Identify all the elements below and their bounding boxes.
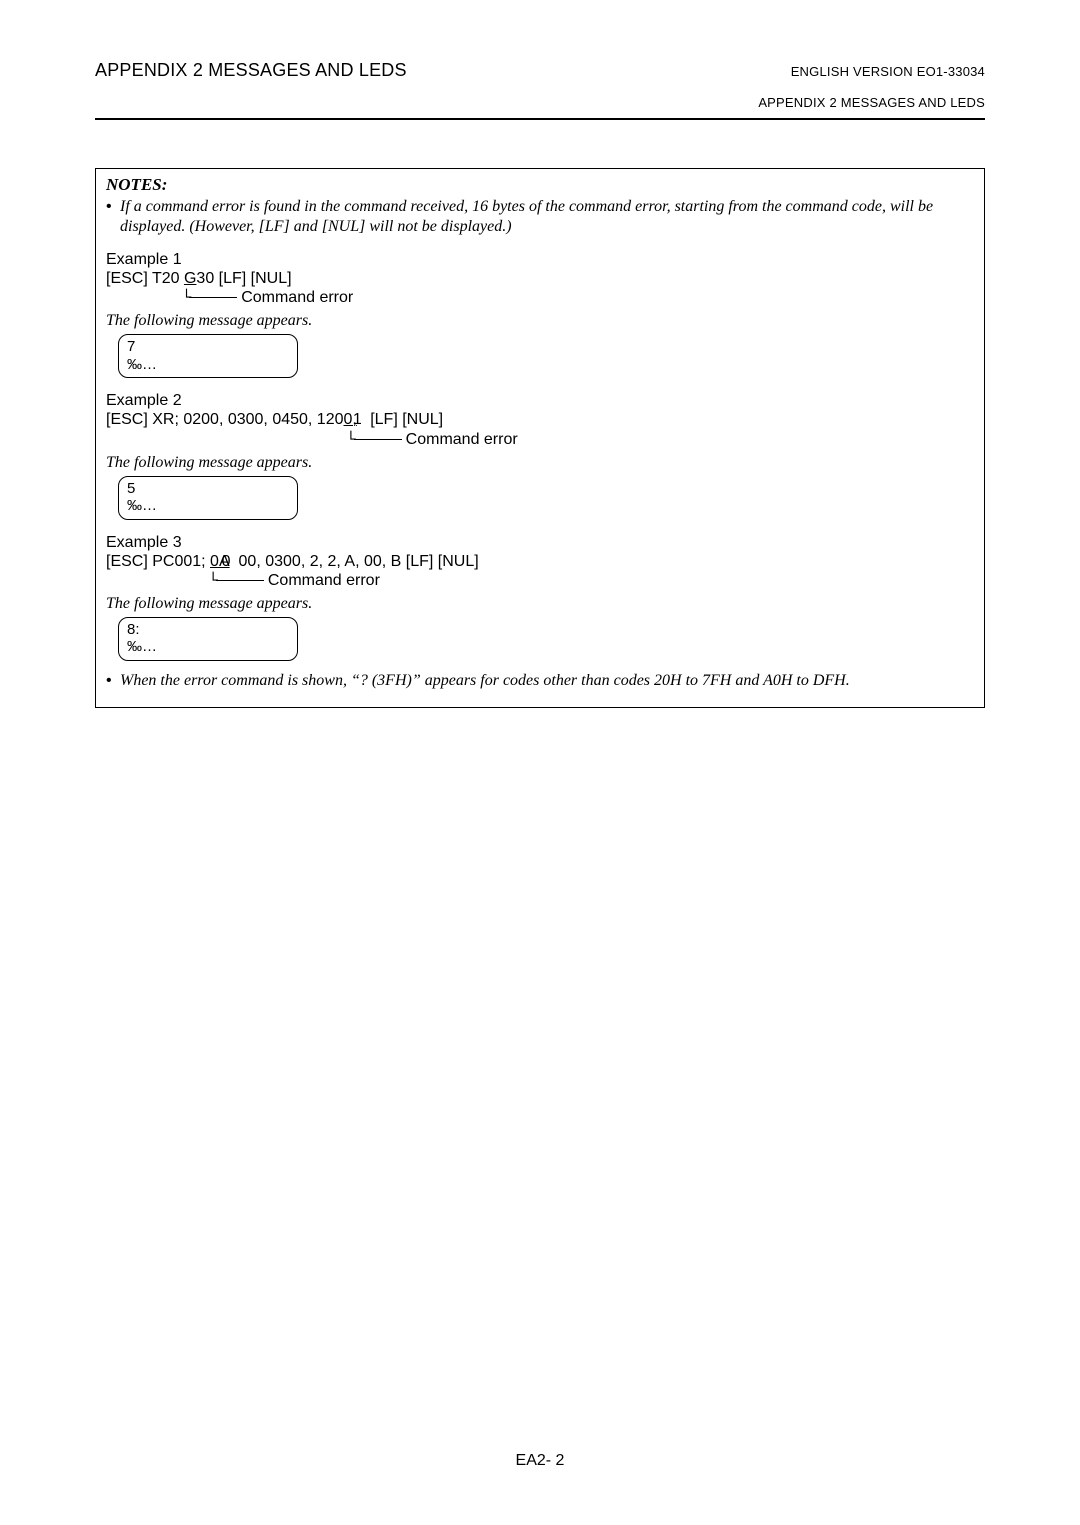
notes-heading: NOTES: xyxy=(106,175,974,195)
notes-bullet-2: • When the error command is shown, “? (3… xyxy=(106,671,974,691)
bullet-dot: • xyxy=(106,197,120,237)
notes-bullet-1: • If a command error is found in the com… xyxy=(106,197,974,237)
ex1-display-row1: 7 xyxy=(127,338,289,355)
ex1-following-text: The following message appears. xyxy=(106,312,974,330)
ex3-cmd-post: 00, 0300, 2, 2, A, 00, B [LF] [NUL] xyxy=(239,553,479,570)
example-3-label: Example 3 xyxy=(106,534,974,552)
ex1-arrow-indent xyxy=(106,289,182,306)
arrow-dash-icon xyxy=(189,297,237,298)
ex2-following-text: The following message appears. xyxy=(106,454,974,472)
bullet-dot: • xyxy=(106,671,120,691)
ex3-display-box: 8: ‰… xyxy=(118,617,298,661)
example-3-cmd: [ESC] PC001; 0A000, 0300, 2, 2, A, 00, B… xyxy=(106,552,974,591)
ex1-arrow-label: Command error xyxy=(241,289,353,306)
page-header: APPENDIX 2 MESSAGES AND LEDS ENGLISH VER… xyxy=(95,60,985,81)
ex3-display-row2: ‰… xyxy=(127,638,289,655)
ex3-cmd-pre: [ESC] PC001; xyxy=(106,553,210,570)
header-right: ENGLISH VERSION EO1-33034 xyxy=(791,64,985,79)
ex1-cmd-pre: [ESC] T20 xyxy=(106,270,184,287)
ex1-display-box: 7 ‰… xyxy=(118,334,298,378)
arrow-dash-icon xyxy=(354,439,402,440)
page-number: EA2- 2 xyxy=(0,1452,1080,1470)
ex2-arrow-indent xyxy=(106,431,346,448)
ex3-arrow-line: └Command error xyxy=(106,571,974,591)
ex1-cmd-error-char: G xyxy=(184,270,196,287)
notes-box: NOTES: • If a command error is found in … xyxy=(95,168,985,708)
arrow-dash-icon xyxy=(216,580,264,581)
ex1-arrow-line: └Command error xyxy=(106,288,974,308)
ex2-display-row1: 5 xyxy=(127,480,289,497)
ex2-cmd-overlay: 1 xyxy=(353,411,362,428)
ex3-display-row1: 8: xyxy=(127,621,289,638)
notes-bullet-1-text: If a command error is found in the comma… xyxy=(120,197,974,237)
example-2-cmd: [ESC] XR; 0200, 0300, 0450, 1200,1 [LF] … xyxy=(106,410,974,449)
ex2-display-row2: ‰… xyxy=(127,497,289,514)
ex2-cmd-pre: [ESC] XR; 0200, 0300, 0450, 120 xyxy=(106,411,344,428)
example-1-label: Example 1 xyxy=(106,251,974,269)
ex2-display-box: 5 ‰… xyxy=(118,476,298,520)
ex3-cmd-overlay: 0 xyxy=(222,553,231,570)
ex1-cmd-post: 30 [LF] [NUL] xyxy=(196,270,291,287)
page-content: APPENDIX 2 MESSAGES AND LEDS ENGLISH VER… xyxy=(0,0,1080,708)
ex2-cmd-post: [LF] [NUL] xyxy=(366,411,443,428)
header-sub: APPENDIX 2 MESSAGES AND LEDS xyxy=(95,95,985,110)
ex3-arrow-indent xyxy=(106,572,208,589)
header-left: APPENDIX 2 MESSAGES AND LEDS xyxy=(95,60,407,81)
ex3-arrow-label: Command error xyxy=(268,572,380,589)
header-rule xyxy=(95,118,985,120)
ex1-display-row2: ‰… xyxy=(127,356,289,373)
ex2-arrow-label: Command error xyxy=(406,431,518,448)
ex3-following-text: The following message appears. xyxy=(106,595,974,613)
ex2-arrow-line: └Command error xyxy=(106,430,974,450)
notes-bullet-2-text: When the error command is shown, “? (3FH… xyxy=(120,671,974,691)
example-2-label: Example 2 xyxy=(106,392,974,410)
example-1-cmd: [ESC] T20 G30 [LF] [NUL] └Command error xyxy=(106,269,974,308)
